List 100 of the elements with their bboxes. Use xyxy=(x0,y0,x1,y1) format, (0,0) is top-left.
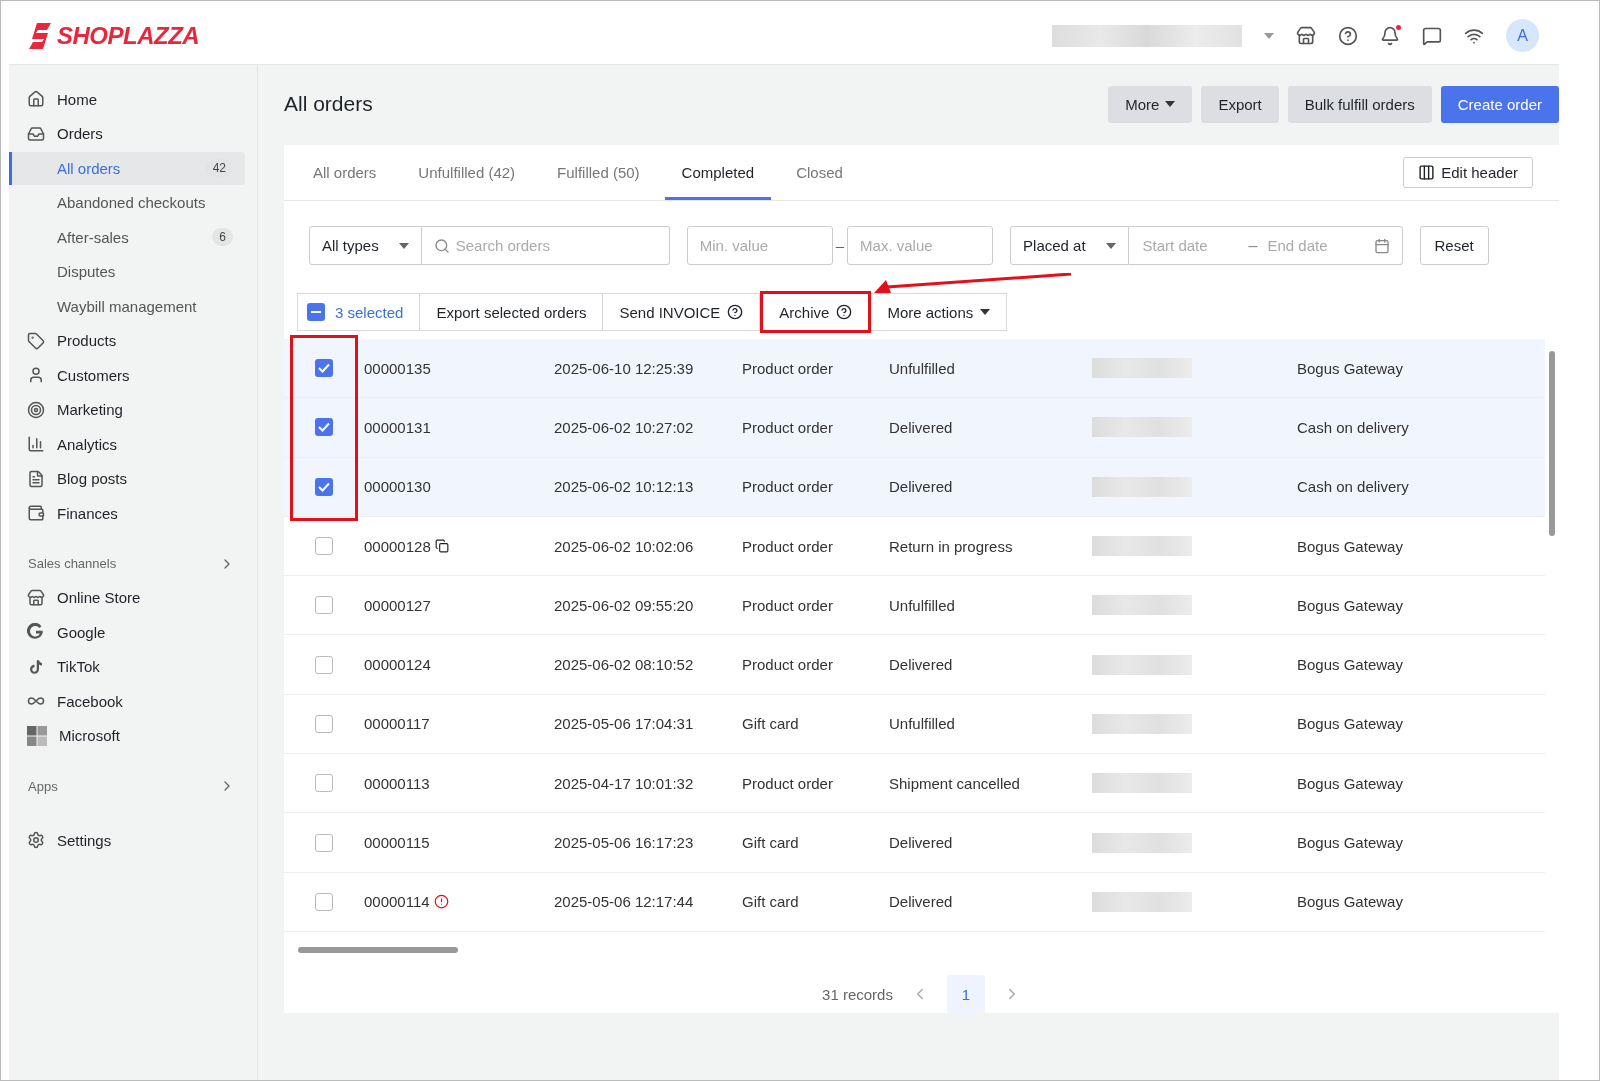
nav-label: Customers xyxy=(57,366,130,384)
order-number[interactable]: 00000115 xyxy=(364,834,430,851)
nav-label: Finances xyxy=(57,504,118,522)
help-icon[interactable] xyxy=(1338,25,1358,46)
nav-item[interactable]: Finances xyxy=(9,497,245,530)
nav-item[interactable]: Analytics xyxy=(9,428,245,461)
date-range-field[interactable]: Start date – End date xyxy=(1128,226,1403,265)
check-icon xyxy=(318,422,330,433)
nav-subitem[interactable]: Waybill management xyxy=(9,290,245,323)
scrollbar-thumb[interactable] xyxy=(298,947,458,953)
bulk-action-button[interactable]: Export selected orders xyxy=(420,293,604,331)
scrollbar-thumb[interactable] xyxy=(1549,351,1555,536)
nav-label: Waybill management xyxy=(57,297,197,315)
end-date-input[interactable]: End date xyxy=(1265,236,1366,255)
section-header[interactable]: Apps xyxy=(9,770,245,802)
order-number[interactable]: 00000130 xyxy=(364,478,431,496)
tab[interactable]: Fulfilled (50) xyxy=(540,145,657,200)
row-checkbox[interactable] xyxy=(315,774,333,793)
tab[interactable]: All orders xyxy=(296,145,394,200)
nav-subitem[interactable]: After-sales 6 xyxy=(9,221,245,254)
section-header[interactable]: Sales channels xyxy=(9,547,245,580)
table-cell: Product order xyxy=(742,774,833,792)
row-checkbox[interactable] xyxy=(315,892,333,911)
store-icon[interactable] xyxy=(1296,25,1316,46)
table-cell: Product order xyxy=(742,596,833,614)
order-number[interactable]: 00000135 xyxy=(364,359,431,377)
nav-label: Home xyxy=(57,90,97,108)
row-checkbox[interactable] xyxy=(315,537,333,556)
row-checkbox[interactable] xyxy=(315,359,333,378)
select-all-checkbox[interactable] xyxy=(307,303,325,321)
search-field[interactable]: Search orders xyxy=(421,226,670,265)
tab[interactable]: Closed xyxy=(779,145,860,200)
row-checkbox[interactable] xyxy=(315,418,333,437)
header-button[interactable]: Bulk fulfill orders xyxy=(1287,85,1432,123)
nav-item[interactable]: Products xyxy=(9,324,245,357)
caret-icon xyxy=(1165,101,1176,107)
check-icon xyxy=(318,481,330,492)
header-button[interactable]: More xyxy=(1108,85,1193,123)
table-cell: Cash on delivery xyxy=(1297,478,1409,496)
nav-item[interactable]: Microsoft xyxy=(9,719,245,752)
nav-item[interactable]: TikTok xyxy=(9,650,245,683)
tab[interactable]: Unfulfilled (42) xyxy=(401,145,533,200)
bell-icon[interactable] xyxy=(1380,25,1400,46)
check-icon xyxy=(318,363,330,374)
create-button[interactable]: Create order xyxy=(1440,85,1559,123)
row-checkbox[interactable] xyxy=(315,833,333,852)
order-number[interactable]: 00000127 xyxy=(364,596,431,614)
bulk-action-button[interactable]: Archive xyxy=(760,291,872,333)
nav-item[interactable]: Blog posts xyxy=(9,462,245,495)
nav-item[interactable]: Settings xyxy=(9,824,245,857)
nav-item[interactable]: Marketing xyxy=(9,393,245,426)
order-number[interactable]: 00000124 xyxy=(364,656,431,674)
selection-count[interactable]: 3 selected xyxy=(297,293,421,331)
date-field-select[interactable]: Placed at xyxy=(1010,226,1129,265)
order-number[interactable]: 00000114 xyxy=(364,893,430,911)
bulk-action-button[interactable]: More actions xyxy=(871,293,1008,331)
bar-chart-icon xyxy=(27,435,45,454)
nav-subitem[interactable]: All orders 42 xyxy=(9,152,245,185)
header-button[interactable]: Export xyxy=(1201,85,1279,123)
avatar[interactable]: A xyxy=(1506,19,1539,52)
max-value-field[interactable]: Max. value xyxy=(847,226,994,265)
nav-label: Abandoned checkouts xyxy=(57,194,206,212)
nav-item[interactable]: Home xyxy=(9,83,245,116)
bulk-action-button[interactable]: Send INVOICE xyxy=(603,293,761,331)
start-date-input[interactable]: Start date xyxy=(1140,236,1241,255)
type-select[interactable]: All types xyxy=(309,226,422,265)
nav-label: Facebook xyxy=(57,692,123,710)
order-number[interactable]: 00000131 xyxy=(364,418,431,436)
order-number[interactable]: 00000117 xyxy=(364,715,430,733)
nav-item[interactable]: Google xyxy=(9,616,245,649)
table-cell: Bogus Gateway xyxy=(1297,359,1403,377)
row-checkbox[interactable] xyxy=(315,596,333,615)
edit-header-button[interactable]: Edit header xyxy=(1403,157,1533,188)
nav-label: Marketing xyxy=(57,401,123,419)
table-cell: Bogus Gateway xyxy=(1297,834,1403,851)
tab[interactable]: Completed xyxy=(664,145,772,200)
logo-text: SHOPLAZZA xyxy=(57,21,200,50)
order-number[interactable]: 00000113 xyxy=(364,774,430,792)
nav-item[interactable]: Customers xyxy=(9,359,245,392)
nav-subitem[interactable]: Disputes xyxy=(9,255,245,288)
table-cell: Delivered xyxy=(889,656,953,674)
order-number[interactable]: 00000128 xyxy=(364,537,431,555)
row-checkbox[interactable] xyxy=(315,655,333,674)
page-button[interactable]: 1 xyxy=(946,975,985,1013)
table-cell: Bogus Gateway xyxy=(1297,656,1403,674)
table-cell: Cash on delivery xyxy=(1297,418,1409,436)
reset-button[interactable]: Reset xyxy=(1419,226,1489,265)
nav-subitem[interactable]: Abandoned checkouts xyxy=(9,186,245,219)
nav-item[interactable]: Facebook xyxy=(9,685,245,718)
min-value-field[interactable]: Min. value xyxy=(686,226,833,265)
nav-item[interactable]: Online Store xyxy=(9,581,245,614)
copy-icon[interactable] xyxy=(434,539,449,554)
row-checkbox[interactable] xyxy=(315,477,333,496)
nav-label: Microsoft xyxy=(59,727,120,745)
nav-item[interactable]: Orders xyxy=(9,117,245,150)
caret-icon xyxy=(398,242,409,249)
chat-icon[interactable] xyxy=(1422,25,1442,46)
table-cell: Delivered xyxy=(889,418,953,436)
table-cell: Delivered xyxy=(889,478,953,496)
row-checkbox[interactable] xyxy=(315,714,333,733)
